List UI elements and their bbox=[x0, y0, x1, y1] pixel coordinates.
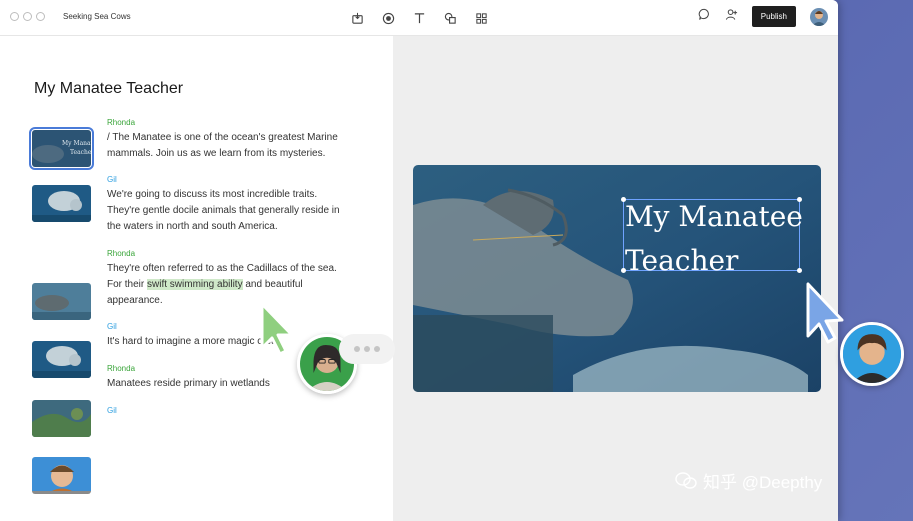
script-line[interactable]: the waters in north and south America. bbox=[107, 219, 278, 235]
scene-thumbnail[interactable] bbox=[32, 341, 91, 378]
scene-thumbnail[interactable] bbox=[32, 400, 91, 437]
slide-title-line: My Manatee bbox=[625, 200, 803, 233]
script-line[interactable]: appearance. bbox=[107, 293, 163, 309]
speaker-name: Rhonda bbox=[107, 364, 136, 373]
user-avatar[interactable] bbox=[810, 7, 828, 26]
add-user-icon[interactable] bbox=[725, 8, 738, 26]
svg-text:My Manatee: My Manatee bbox=[62, 140, 91, 147]
speaker-name: Rhonda bbox=[107, 118, 136, 127]
scene-thumbnail[interactable] bbox=[32, 457, 91, 494]
slide-title-line: Teacher bbox=[625, 244, 739, 277]
scene-thumbnail[interactable]: My Manatee Teacher bbox=[29, 127, 94, 170]
watermark: 知乎 @Deepthy bbox=[675, 468, 822, 493]
collaborator-avatar bbox=[840, 322, 904, 386]
script-text: and beautiful bbox=[245, 279, 303, 290]
typing-dot bbox=[354, 346, 360, 352]
script-line[interactable]: They're often referred to as the Cadilla… bbox=[107, 261, 337, 277]
speaker-name: Gil bbox=[107, 406, 117, 415]
scene-thumbnail[interactable] bbox=[32, 283, 91, 320]
canvas-panel: My Manatee Teacher bbox=[393, 36, 838, 521]
maximize-window-button[interactable] bbox=[36, 12, 45, 21]
script-line[interactable]: It's hard to imagine a more magic creat bbox=[107, 334, 280, 350]
publish-button[interactable]: Publish bbox=[751, 6, 796, 27]
highlighted-text[interactable]: swift swimming ability bbox=[147, 279, 243, 290]
script-text: For their bbox=[107, 279, 145, 290]
svg-text:Teacher: Teacher bbox=[70, 149, 91, 156]
frame-icon[interactable] bbox=[348, 9, 366, 27]
typing-dot bbox=[364, 346, 370, 352]
window-title: Seeking Sea Cows bbox=[63, 12, 131, 21]
document-title: My Manatee Teacher bbox=[34, 80, 184, 97]
title-bar: Seeking Sea Cows Publish bbox=[0, 0, 838, 36]
toolbar bbox=[348, 9, 490, 27]
speaker-name: Rhonda bbox=[107, 249, 136, 258]
script-panel: My Manatee Teacher My Manatee Teacher Rho… bbox=[0, 36, 393, 521]
watermark-text: 知乎 @Deepthy bbox=[703, 473, 823, 492]
window-controls bbox=[10, 12, 45, 21]
grid-icon[interactable] bbox=[472, 9, 490, 27]
script-line[interactable]: mammals. Join us as we learn from its my… bbox=[107, 146, 325, 162]
scene-thumbnail[interactable] bbox=[32, 185, 91, 222]
script-line[interactable]: / The Manatee is one of the ocean's grea… bbox=[107, 130, 338, 146]
script-line[interactable]: Manatees reside primary in wetlands bbox=[107, 376, 270, 392]
speaker-name: Gil bbox=[107, 175, 117, 184]
minimize-window-button[interactable] bbox=[23, 12, 32, 21]
chat-icon bbox=[675, 471, 697, 489]
typing-dot bbox=[374, 346, 380, 352]
shapes-icon[interactable] bbox=[441, 9, 459, 27]
script-line[interactable]: For their swift swimming ability and bea… bbox=[107, 277, 303, 293]
collaborator-cursor-green bbox=[260, 302, 294, 356]
close-window-button[interactable] bbox=[10, 12, 19, 21]
comment-icon[interactable] bbox=[698, 8, 711, 26]
typing-indicator bbox=[339, 334, 395, 364]
script-line[interactable]: We're going to discuss its most incredib… bbox=[107, 187, 317, 203]
app-window: Seeking Sea Cows Publish My Manatee Teac… bbox=[0, 0, 838, 521]
record-icon[interactable] bbox=[379, 9, 397, 27]
header-actions: Publish bbox=[698, 6, 828, 27]
speaker-name: Gil bbox=[107, 322, 117, 331]
collaborator-cursor-blue bbox=[806, 282, 844, 344]
slide-title[interactable]: My Manatee Teacher bbox=[625, 195, 805, 283]
text-icon[interactable] bbox=[410, 9, 428, 27]
script-line[interactable]: They're gentle docile animals that gener… bbox=[107, 203, 340, 219]
slide-preview[interactable]: My Manatee Teacher bbox=[413, 165, 821, 392]
